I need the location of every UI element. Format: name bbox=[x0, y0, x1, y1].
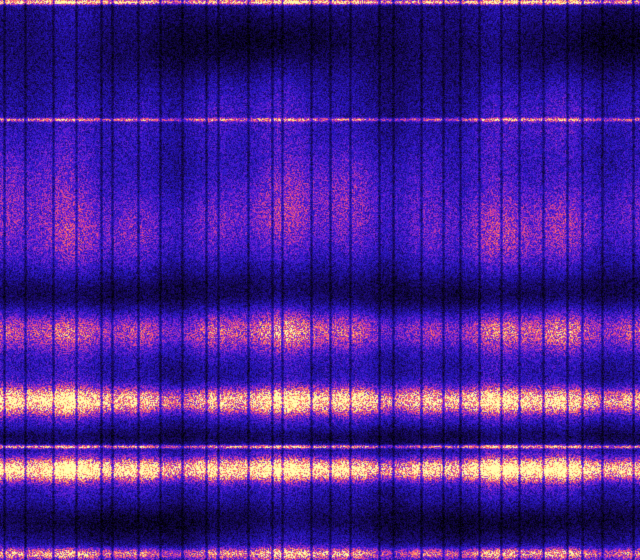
spectrogram-canvas bbox=[0, 0, 640, 560]
spectrogram-image bbox=[0, 0, 640, 560]
